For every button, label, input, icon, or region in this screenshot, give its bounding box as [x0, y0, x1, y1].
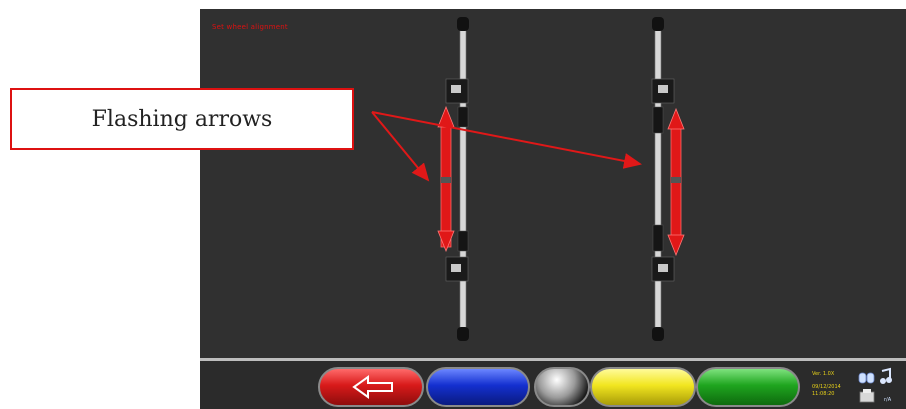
pointer-right-arrow [371, 111, 642, 169]
callout-pointers [371, 111, 642, 182]
